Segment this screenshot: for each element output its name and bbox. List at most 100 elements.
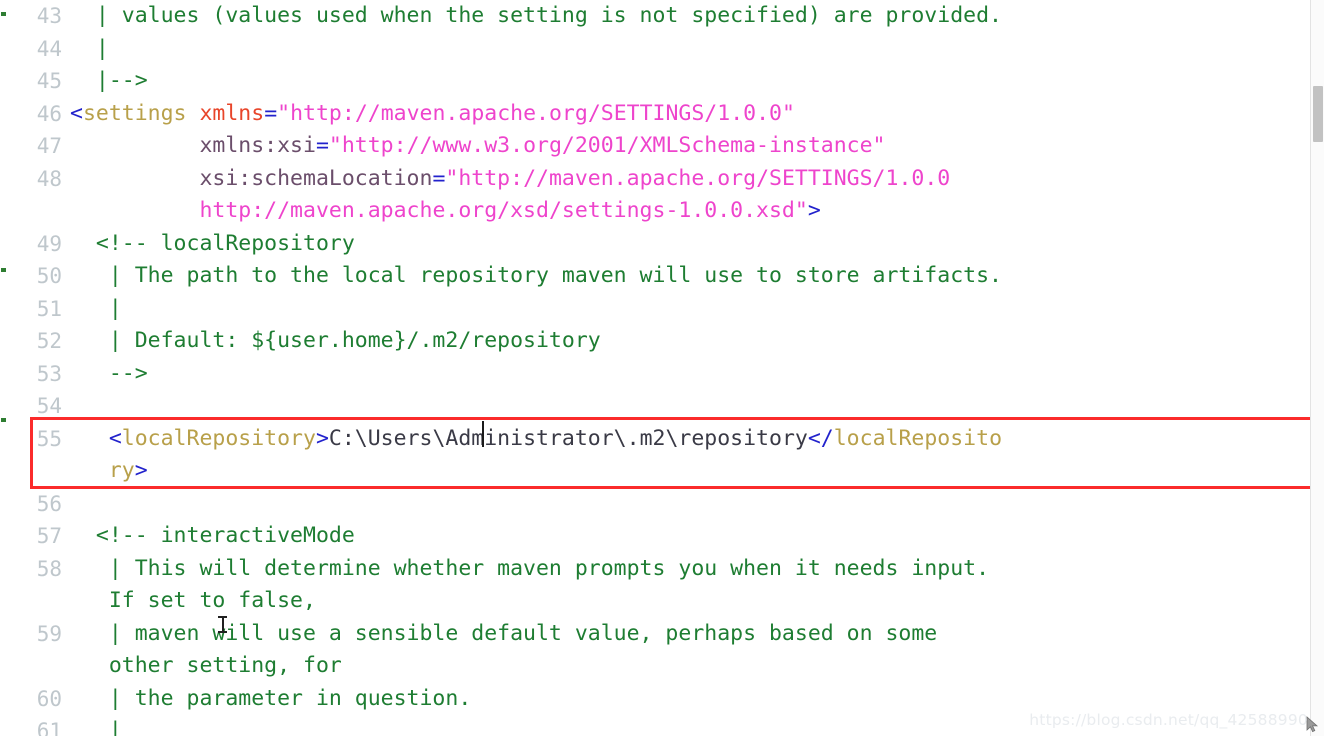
code-line-text[interactable]: |--> — [70, 65, 148, 98]
line-number: 45 — [36, 69, 62, 93]
code-line-text[interactable]: --> — [70, 358, 148, 391]
code-token: | The path to the local repository maven… — [70, 263, 1002, 288]
code-token: If set to false, — [70, 588, 316, 613]
line-number: 43 — [36, 4, 62, 28]
code-line-text[interactable]: | Default: ${user.home}/.m2/repository — [70, 325, 601, 358]
code-token: | — [70, 295, 122, 321]
code-line[interactable]: If set to false, — [0, 585, 1310, 618]
code-token: < — [70, 100, 83, 126]
code-line-text[interactable]: | The path to the local repository maven… — [70, 260, 1002, 293]
code-line-text[interactable]: <settings xmlns="http://maven.apache.org… — [70, 98, 795, 131]
code-token: <!-- localRepository — [70, 230, 355, 256]
code-line[interactable]: 46 <settings xmlns="http://maven.apache.o… — [0, 98, 1310, 131]
code-token: C:\Users\Administrator\.m2\repository — [328, 425, 808, 451]
code-token: http://maven.apache.org/xsd/settings-1.0… — [199, 198, 808, 223]
code-token: <!-- interactiveMode — [70, 523, 355, 548]
code-line[interactable]: 53 --> — [0, 358, 1310, 391]
line-number: 57 — [36, 524, 62, 548]
line-number: 59 — [36, 621, 62, 646]
line-number: 51 — [36, 296, 62, 321]
code-line[interactable]: 44 | — [0, 33, 1310, 66]
code-line[interactable]: 55 <localRepository>C:\Users\Administrat… — [0, 423, 1310, 456]
scrollbar-thumb[interactable] — [1313, 86, 1323, 142]
line-number: 61 — [36, 719, 62, 736]
code-token: = — [264, 100, 278, 126]
code-line-text[interactable]: | This will determine whether maven prom… — [70, 553, 989, 586]
code-editor-viewport[interactable]: 43 | values (values used when the settin… — [0, 0, 1324, 736]
ibeam-cursor-icon — [218, 615, 227, 634]
text-caret — [482, 421, 484, 447]
code-token: = — [315, 133, 329, 158]
code-line[interactable]: 50 | The path to the local repository ma… — [0, 260, 1310, 293]
line-number: 54 — [36, 394, 62, 418]
code-line-text[interactable]: | — [70, 33, 109, 66]
code-token: |--> — [70, 68, 148, 93]
code-token: > — [315, 425, 329, 451]
code-line-text[interactable]: <localRepository>C:\Users\Administrator\… — [70, 423, 1002, 456]
line-number: 49 — [36, 231, 62, 256]
code-token: xsi:schemaLocation — [199, 165, 433, 191]
code-lines-container[interactable]: 43 | values (values used when the settin… — [0, 0, 1310, 736]
code-line-text[interactable]: http://maven.apache.org/xsd/settings-1.0… — [70, 195, 821, 228]
code-line[interactable]: 57 <!-- interactiveMode — [0, 520, 1310, 553]
line-number: 58 — [36, 556, 62, 581]
code-line[interactable]: http://maven.apache.org/xsd/settings-1.0… — [0, 195, 1310, 228]
code-line-text[interactable]: <!-- localRepository — [70, 228, 355, 261]
code-line-text[interactable]: | the parameter in question. — [70, 683, 471, 716]
code-token: </ — [807, 425, 834, 451]
code-token: other setting, for — [70, 653, 342, 678]
code-token: localRepository — [121, 425, 316, 451]
code-line[interactable]: 52 | Default: ${user.home}/.m2/repositor… — [0, 325, 1310, 358]
line-number: 56 — [36, 491, 62, 516]
code-line[interactable]: 56 — [0, 488, 1310, 521]
code-line[interactable]: 48 xsi:schemaLocation="http://maven.apac… — [0, 163, 1310, 196]
code-line-text[interactable]: | maven will use a sensible default valu… — [70, 618, 937, 651]
code-line-text[interactable]: xsi:schemaLocation="http://maven.apache.… — [70, 163, 950, 196]
code-token: "http://maven.apache.org/SETTINGS/1.0.0 — [445, 165, 951, 191]
code-token: --> — [70, 360, 148, 386]
code-token: | This will determine whether maven prom… — [70, 555, 990, 581]
code-line-text[interactable]: xmlns:xsi="http://www.w3.org/2001/XMLSch… — [70, 130, 886, 163]
code-token: ry — [70, 458, 135, 483]
code-line[interactable]: 58 | This will determine whether maven p… — [0, 553, 1310, 586]
code-token: > — [807, 198, 821, 223]
code-token: settings — [82, 100, 187, 126]
code-line-text[interactable]: other setting, for — [70, 650, 342, 683]
line-number: 47 — [36, 134, 62, 158]
vertical-scrollbar[interactable] — [1310, 0, 1324, 736]
code-line-text[interactable]: ry> — [70, 455, 148, 488]
code-line[interactable]: 47 xmlns:xsi="http://www.w3.org/2001/XML… — [0, 130, 1310, 163]
code-token: xmlns:xsi — [199, 133, 316, 158]
code-line-text[interactable]: | — [70, 715, 122, 736]
code-line-text[interactable]: | values (values used when the setting i… — [70, 0, 1002, 33]
line-number: 46 — [36, 101, 62, 126]
code-line[interactable]: 49 <!-- localRepository — [0, 228, 1310, 261]
line-number: 50 — [36, 264, 62, 288]
code-token: | maven will use a sensible default valu… — [70, 620, 938, 646]
code-line-text[interactable]: If set to false, — [70, 585, 316, 618]
code-line[interactable]: 45 |--> — [0, 65, 1310, 98]
code-token: "http://www.w3.org/2001/XMLSchema-instan… — [328, 133, 886, 158]
code-token: | Default: ${user.home}/.m2/repository — [70, 328, 601, 353]
code-token: | the parameter in question. — [70, 685, 472, 711]
code-line[interactable]: other setting, for — [0, 650, 1310, 683]
code-line-text[interactable]: | — [70, 293, 122, 326]
code-line-text[interactable]: <!-- interactiveMode — [70, 520, 355, 553]
csdn-watermark: https://blog.csdn.net/qq_42588990 — [1029, 711, 1308, 729]
code-token: | — [70, 718, 122, 736]
code-token: < — [70, 425, 122, 451]
code-line[interactable]: 51 | — [0, 293, 1310, 326]
code-line[interactable]: 54 — [0, 390, 1310, 423]
line-number: 53 — [36, 361, 62, 386]
code-line[interactable]: ry> — [0, 455, 1310, 488]
code-token: "http://maven.apache.org/SETTINGS/1.0.0" — [277, 100, 795, 126]
code-token: localReposito — [833, 425, 1003, 451]
code-line[interactable]: 59 | maven will use a sensible default v… — [0, 618, 1310, 651]
code-token: xmlns — [199, 100, 265, 126]
code-line[interactable]: 43 | values (values used when the settin… — [0, 0, 1310, 33]
code-token: > — [134, 458, 148, 483]
